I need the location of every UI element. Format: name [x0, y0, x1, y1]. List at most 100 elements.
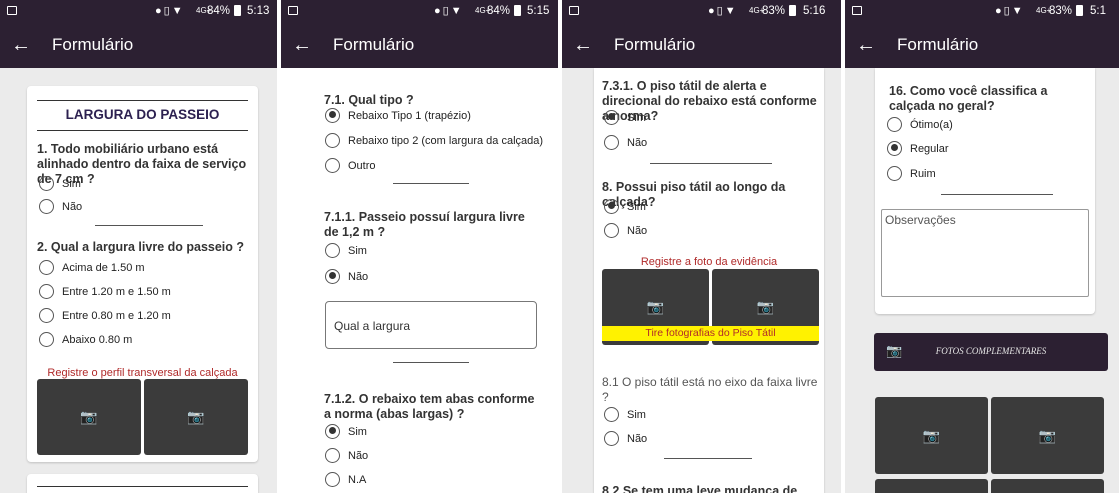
section-title: LARGURA DO PASSEIO: [65, 107, 220, 122]
divider: [37, 130, 248, 131]
observations-placeholder: Observações: [885, 213, 956, 227]
clock: 5:16: [803, 5, 826, 17]
option-label: Não: [348, 450, 369, 462]
back-arrow-icon[interactable]: ←: [853, 32, 879, 58]
option-label: Não: [627, 225, 648, 237]
radio-button-selected[interactable]: [887, 140, 902, 156]
option-abaixo[interactable]: Abaixo 0.80 m: [39, 331, 132, 349]
radio-button[interactable]: [887, 116, 902, 132]
radio-button[interactable]: [325, 471, 340, 487]
radio-button-selected[interactable]: [325, 107, 340, 123]
radio-button-selected[interactable]: [325, 268, 340, 284]
width-input[interactable]: Qual a largura: [325, 301, 537, 349]
option-nao[interactable]: Não: [325, 447, 368, 465]
option-nao[interactable]: Não: [604, 222, 647, 240]
radio-button[interactable]: [325, 242, 340, 258]
radio-button-selected[interactable]: [604, 198, 619, 214]
back-arrow-icon[interactable]: ←: [289, 32, 315, 58]
radio-button[interactable]: [325, 132, 340, 148]
radio-button[interactable]: [39, 331, 54, 347]
option-otimo[interactable]: Ótimo(a): [887, 116, 953, 134]
option-acima[interactable]: Acima de 1.50 m: [39, 259, 145, 277]
app-bar: ← Formulário: [845, 22, 1119, 68]
photo-slot[interactable]: 📷: [144, 379, 248, 455]
option-label: Entre 0.80 m e 1.20 m: [62, 310, 171, 322]
option-label: Abaixo 0.80 m: [62, 334, 133, 346]
option-na[interactable]: N.A: [325, 471, 366, 489]
photo-slot[interactable]: 📷: [875, 397, 988, 474]
radio-button[interactable]: [887, 165, 902, 181]
radio-button[interactable]: [39, 283, 54, 299]
option-label: Sim: [348, 245, 367, 257]
divider: [37, 100, 248, 101]
question-8-2: 8.2 Se tem uma leve mudança de: [602, 484, 798, 493]
app-title: Formulário: [614, 35, 696, 54]
option-nao[interactable]: Não: [604, 134, 647, 152]
photo-slot[interactable]: [875, 479, 988, 493]
option-label: Ótimo(a): [910, 119, 953, 131]
option-outro[interactable]: Outro: [325, 157, 376, 175]
option-sim[interactable]: Sim: [604, 406, 646, 424]
option-entre-120[interactable]: Entre 1.20 m e 1.50 m: [39, 283, 171, 301]
take-photos-button[interactable]: Tire fotografias do Piso Tátil: [602, 326, 819, 341]
option-rebaixo-2[interactable]: Rebaixo tipo 2 (com largura da calçada): [325, 132, 543, 150]
radio-button[interactable]: [39, 259, 54, 275]
photo-caption: Registre o perfil transversal da calçada: [47, 367, 238, 379]
radio-button[interactable]: [39, 198, 54, 214]
option-sim[interactable]: Sim: [325, 423, 367, 441]
radio-button-selected[interactable]: [325, 423, 340, 439]
option-label: Acima de 1.50 m: [62, 262, 145, 274]
extra-photos-label: FOTOS COMPLEMENTARES: [935, 346, 1047, 356]
photo-slot[interactable]: 📷: [37, 379, 141, 455]
status-icons: ●▯▼: [995, 5, 1025, 17]
option-sim[interactable]: Sim: [325, 242, 367, 260]
option-label: Sim: [627, 201, 646, 213]
app-title: Formulário: [52, 35, 134, 54]
option-label: Outro: [348, 160, 376, 172]
screenshot-icon: [569, 6, 579, 15]
status-icons: ●▯▼: [434, 5, 464, 17]
app-bar: ← Formulário: [562, 22, 841, 68]
evidence-caption: Registre a foto da evidência: [640, 256, 778, 268]
camera-icon: 📷: [1038, 427, 1057, 443]
photo-slot[interactable]: [991, 479, 1104, 493]
back-arrow-icon[interactable]: ←: [570, 32, 596, 58]
radio-button[interactable]: [39, 175, 54, 191]
radio-button-selected[interactable]: [604, 109, 619, 125]
radio-button[interactable]: [39, 307, 54, 323]
option-sim[interactable]: Sim: [604, 109, 646, 127]
back-arrow-icon[interactable]: ←: [8, 32, 34, 58]
extra-photos-button[interactable]: 📷 FOTOS COMPLEMENTARES: [874, 333, 1108, 371]
app-title: Formulário: [897, 35, 979, 54]
photo-slot[interactable]: 📷: [991, 397, 1104, 474]
app-bar: ← Formulário: [0, 22, 277, 68]
radio-button[interactable]: [325, 157, 340, 173]
status-icons: ●▯▼: [155, 5, 185, 17]
radio-button[interactable]: [604, 222, 619, 238]
camera-icon: 📷: [646, 298, 665, 315]
option-entre-080[interactable]: Entre 0.80 m e 1.20 m: [39, 307, 171, 325]
battery-percent: 83%: [762, 5, 786, 17]
option-sim[interactable]: Sim: [604, 198, 646, 216]
radio-button[interactable]: [325, 447, 340, 463]
battery-icon: [514, 5, 521, 16]
clock: 5:1: [1090, 5, 1106, 17]
option-nao[interactable]: Não: [604, 430, 647, 448]
status-bar: ●▯▼ 4G+ 83% 5:1: [845, 0, 1119, 22]
radio-button[interactable]: [604, 430, 619, 446]
option-label: Não: [627, 137, 648, 149]
radio-button[interactable]: [604, 134, 619, 150]
option-nao[interactable]: Não: [39, 198, 82, 216]
option-nao[interactable]: Não: [325, 268, 368, 286]
radio-button[interactable]: [604, 406, 619, 422]
app-bar: ← Formulário: [281, 22, 558, 68]
question-16: 16. Como você classifica a calçada no ge…: [889, 84, 1048, 113]
option-rebaixo-1[interactable]: Rebaixo Tipo 1 (trapézio): [325, 107, 471, 125]
option-regular[interactable]: Regular: [887, 140, 949, 158]
form-card: 16. Como você classifica a calçada no ge…: [875, 68, 1095, 314]
observations-textarea[interactable]: Observações: [881, 209, 1089, 297]
clock: 5:13: [247, 5, 270, 17]
option-ruim[interactable]: Ruim: [887, 165, 936, 183]
option-sim[interactable]: Sim: [39, 175, 81, 193]
divider: [95, 225, 203, 226]
